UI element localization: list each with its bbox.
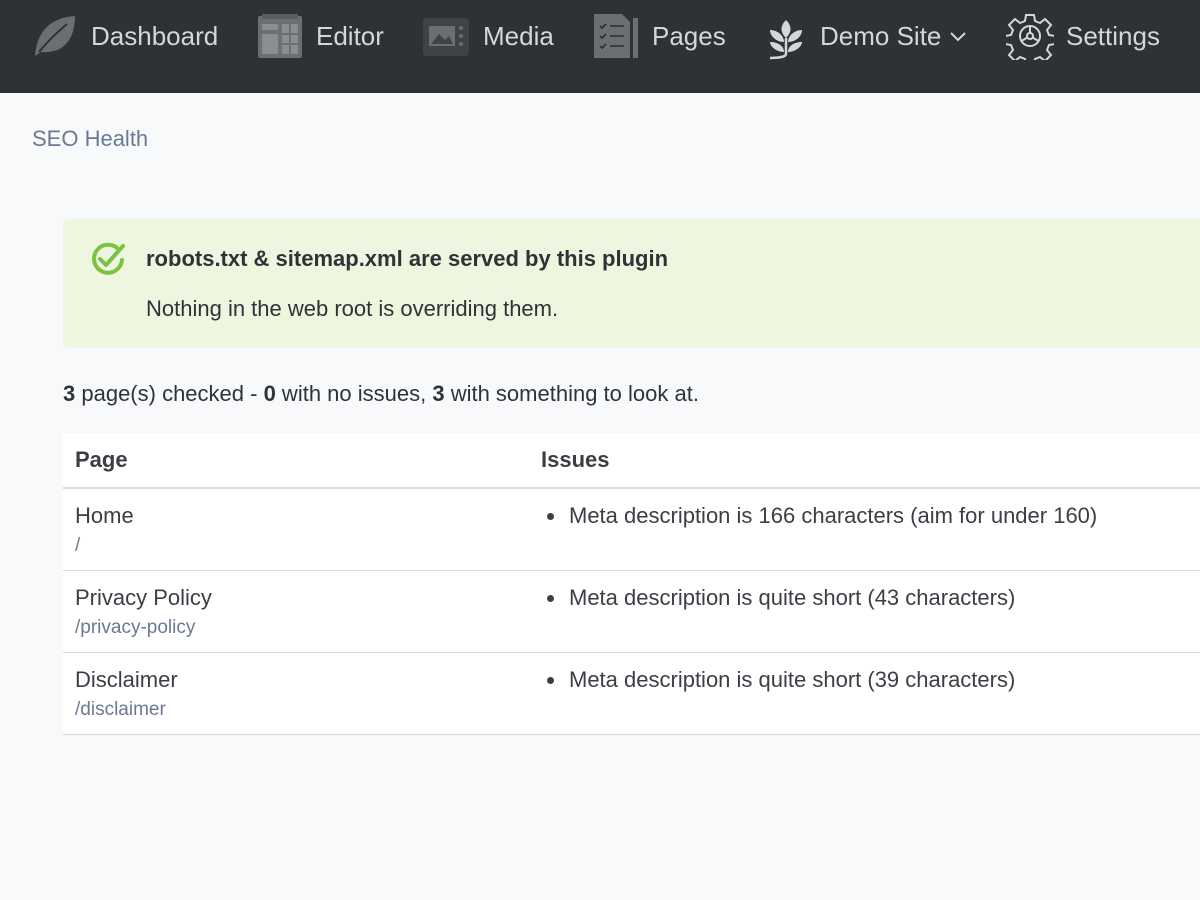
- issue-item: Meta description is quite short (43 char…: [547, 585, 1015, 611]
- page-path-cell: /disclaimer: [75, 699, 166, 720]
- leaf-icon: [31, 12, 79, 60]
- nav-media[interactable]: Media: [421, 0, 554, 72]
- pages-checklist-icon: [592, 12, 640, 60]
- nav-editor-label: Editor: [316, 20, 384, 51]
- page-title-cell[interactable]: Privacy Policy: [75, 585, 212, 611]
- alert-message: Nothing in the web root is overriding th…: [146, 296, 559, 321]
- summary-text: 3 page(s) checked - 0 with no issues, 3 …: [63, 381, 699, 407]
- column-header-issues: Issues: [541, 447, 610, 472]
- breadcrumb[interactable]: SEO Health: [32, 126, 148, 152]
- nav-pages[interactable]: Pages: [592, 0, 726, 72]
- bullet-icon: [547, 676, 554, 684]
- top-navigation-bar: Dashboard Editor Media Pages Demo Site S…: [0, 0, 1200, 93]
- image-icon: [421, 12, 471, 60]
- seo-results-table: Page Issues Home / Meta description is 1…: [63, 433, 1200, 735]
- nav-pages-label: Pages: [652, 20, 726, 51]
- nav-demo-site[interactable]: Demo Site: [764, 0, 967, 72]
- page-path-cell: /: [75, 535, 81, 556]
- checked-count: 3: [63, 381, 76, 406]
- gear-icon: [1006, 12, 1054, 60]
- nav-settings-label: Settings: [1066, 20, 1160, 51]
- nav-settings[interactable]: Settings: [1006, 0, 1160, 72]
- nav-dashboard[interactable]: Dashboard: [31, 0, 218, 72]
- nav-dashboard-label: Dashboard: [91, 20, 219, 51]
- page-title-cell[interactable]: Disclaimer: [75, 667, 178, 693]
- checked-text: page(s) checked -: [75, 381, 264, 406]
- no-issues-text: with no issues,: [275, 381, 433, 406]
- check-circle-icon: [89, 240, 127, 283]
- table-header: Page Issues: [63, 433, 1200, 489]
- nav-media-label: Media: [483, 20, 554, 51]
- page-title-cell[interactable]: Home: [75, 503, 134, 529]
- issue-text: Meta description is 166 characters (aim …: [569, 503, 1098, 528]
- chevron-down-icon: [949, 30, 967, 42]
- issue-text: Meta description is quite short (39 char…: [569, 667, 1016, 692]
- bullet-icon: [547, 594, 554, 602]
- issue-item: Meta description is 166 characters (aim …: [547, 503, 1097, 529]
- success-alert: robots.txt & sitemap.xml are served by t…: [63, 219, 1200, 348]
- plant-sprout-icon: [764, 12, 808, 60]
- page-path-cell: /privacy-policy: [75, 617, 196, 638]
- issue-item: Meta description is quite short (39 char…: [547, 667, 1015, 693]
- table-row[interactable]: Disclaimer /disclaimer Meta description …: [63, 653, 1200, 735]
- with-issues-text: with something to look at.: [444, 381, 699, 406]
- bullet-icon: [547, 512, 554, 520]
- issue-text: Meta description is quite short (43 char…: [569, 585, 1016, 610]
- no-issues-count: 0: [263, 381, 276, 406]
- nav-demo-site-label: Demo Site: [820, 20, 942, 51]
- nav-editor[interactable]: Editor: [256, 0, 384, 72]
- table-row[interactable]: Home / Meta description is 166 character…: [63, 489, 1200, 571]
- editor-layout-icon: [256, 12, 304, 60]
- column-header-page: Page: [75, 447, 128, 472]
- alert-title: robots.txt & sitemap.xml are served by t…: [146, 246, 669, 271]
- with-issues-count: 3: [432, 381, 445, 406]
- table-row[interactable]: Privacy Policy /privacy-policy Meta desc…: [63, 571, 1200, 653]
